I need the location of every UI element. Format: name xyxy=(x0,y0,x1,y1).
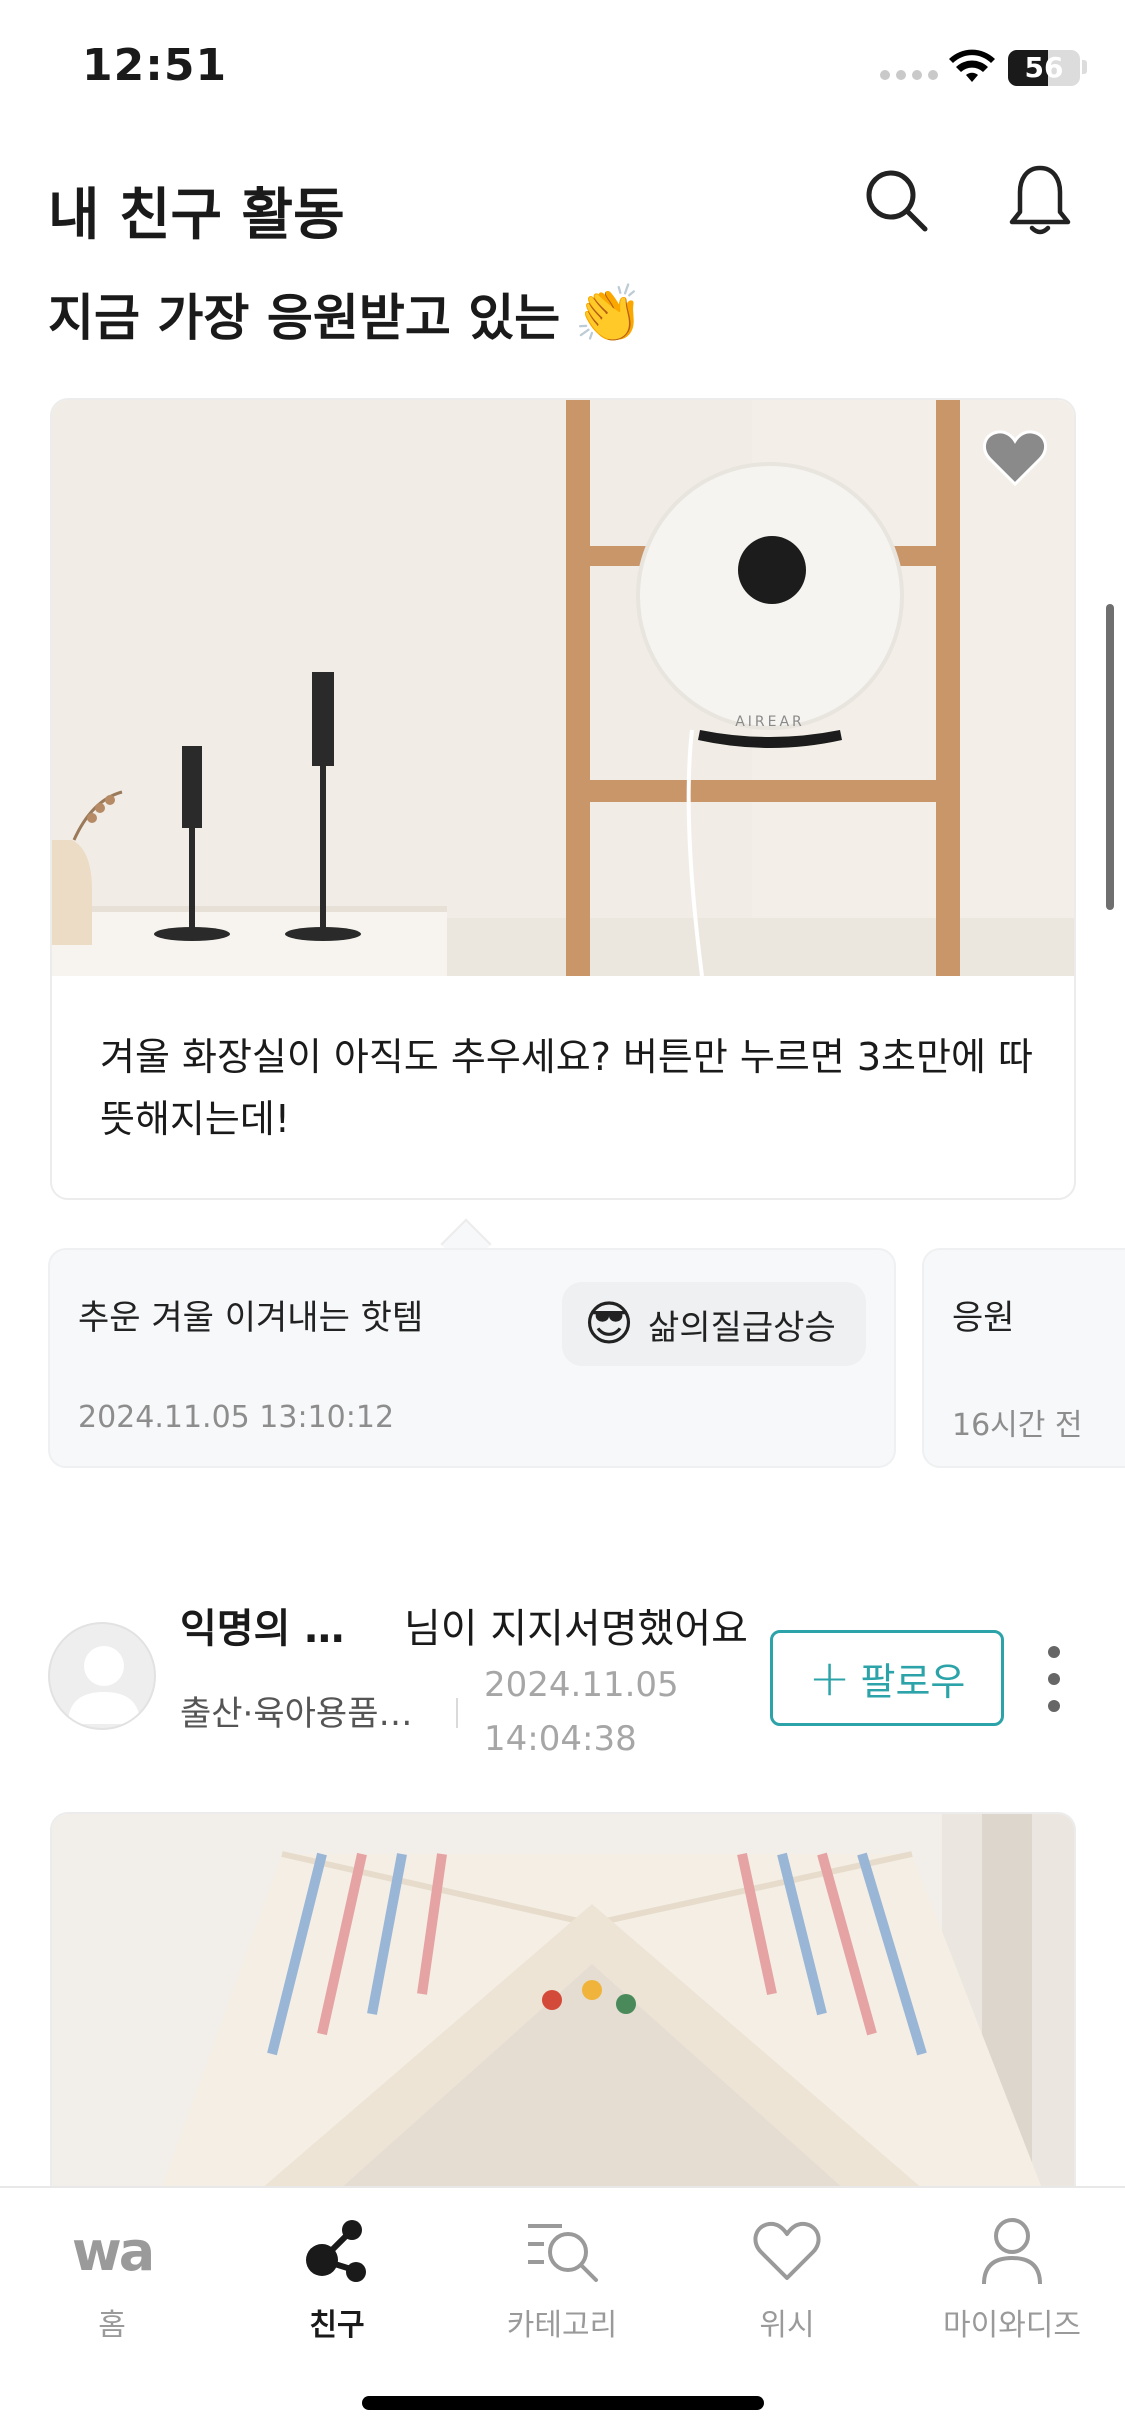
divider xyxy=(456,1698,458,1728)
tab-friends[interactable]: 친구 xyxy=(237,2214,437,2344)
activity-project-card[interactable] xyxy=(50,1812,1076,2212)
activity-date: 2024.11.05 14:04:38 xyxy=(484,1665,679,1759)
tab-label: 카테고리 xyxy=(506,2308,618,2343)
comment-text: 응원 xyxy=(952,1298,1015,1338)
friends-network-icon xyxy=(302,2214,372,2288)
scrollbar[interactable] xyxy=(1106,604,1114,910)
avatar[interactable] xyxy=(48,1622,156,1730)
page-title: 내 친구 활동 xyxy=(48,183,345,248)
comment-card[interactable]: 응원 16시간 전 xyxy=(922,1248,1125,1468)
battery-icon: 56 xyxy=(1008,50,1080,86)
comment-date: 16시간 전 xyxy=(952,1408,1083,1443)
activity-action: 님이 지지서명했어요 xyxy=(404,1606,748,1652)
project-description: 겨울 화장실이 아직도 추우세요? 버튼만 누르면 3초만에 따뜻해지는데! xyxy=(100,1035,1033,1141)
sunglasses-emoji-icon: 😎 xyxy=(584,1296,635,1352)
clap-emoji: 👏 xyxy=(574,282,644,347)
user-name[interactable]: 익명의 서... xyxy=(180,1596,380,1654)
tab-label: 홈 xyxy=(98,2308,126,2343)
tab-wish[interactable]: 위시 xyxy=(687,2214,887,2344)
tab-label: 마이와디즈 xyxy=(943,2308,1081,2343)
plus-icon: + xyxy=(808,1649,851,1707)
follow-label: 팔로우 xyxy=(860,1659,966,1704)
more-options-icon[interactable] xyxy=(1040,1646,1068,1712)
cellular-signal-icon xyxy=(880,70,938,80)
user-icon xyxy=(980,2214,1044,2288)
follow-button[interactable]: + 팔로우 xyxy=(770,1630,1004,1726)
reaction-chip: 😎 삶의질급상승 xyxy=(562,1282,866,1366)
tab-home[interactable]: wa 홈 xyxy=(12,2214,212,2344)
section-title: 지금 가장 응원받고 있는 👏 xyxy=(48,278,644,350)
home-indicator[interactable] xyxy=(362,2396,764,2410)
tab-category[interactable]: 카테고리 xyxy=(462,2214,662,2344)
heart-icon[interactable] xyxy=(982,428,1048,488)
product-image: AIREAR xyxy=(52,400,1074,976)
wa-logo-text: wa xyxy=(71,2219,155,2283)
status-bar: 12:51 56 xyxy=(0,0,1125,140)
tab-label: 위시 xyxy=(759,2308,815,2343)
section-title-text: 지금 가장 응원받고 있는 xyxy=(48,289,561,347)
tab-my-wadiz[interactable]: 마이와디즈 xyxy=(912,2214,1112,2344)
search-icon[interactable] xyxy=(856,160,936,240)
featured-project-card[interactable]: AIREAR 겨울 화장실이 아직도 추우세요? 버튼만 누르면 3초만에 따뜻… xyxy=(50,398,1076,1200)
heart-icon xyxy=(752,2214,822,2288)
wa-logo-icon: wa xyxy=(71,2214,155,2288)
user-category: 출산·육아용품 ... xyxy=(180,1694,420,1734)
battery-level: 56 xyxy=(1024,51,1064,84)
bell-icon[interactable] xyxy=(1000,160,1080,240)
comment-date: 2024.11.05 13:10:12 xyxy=(78,1400,395,1435)
category-search-icon xyxy=(524,2214,600,2288)
wifi-icon xyxy=(949,49,995,82)
comment-text: 추운 겨울 이겨내는 핫템 xyxy=(78,1298,424,1338)
tab-label: 친구 xyxy=(309,2308,365,2343)
comment-card[interactable]: 추운 겨울 이겨내는 핫템 😎 삶의질급상승 2024.11.05 13:10:… xyxy=(48,1248,896,1468)
status-time: 12:51 xyxy=(82,40,228,91)
tent-image xyxy=(52,1814,1074,2210)
battery-cap xyxy=(1082,60,1087,74)
product-brand-text: AIREAR xyxy=(735,714,805,730)
reaction-label: 삶의질급상승 xyxy=(648,1307,836,1348)
